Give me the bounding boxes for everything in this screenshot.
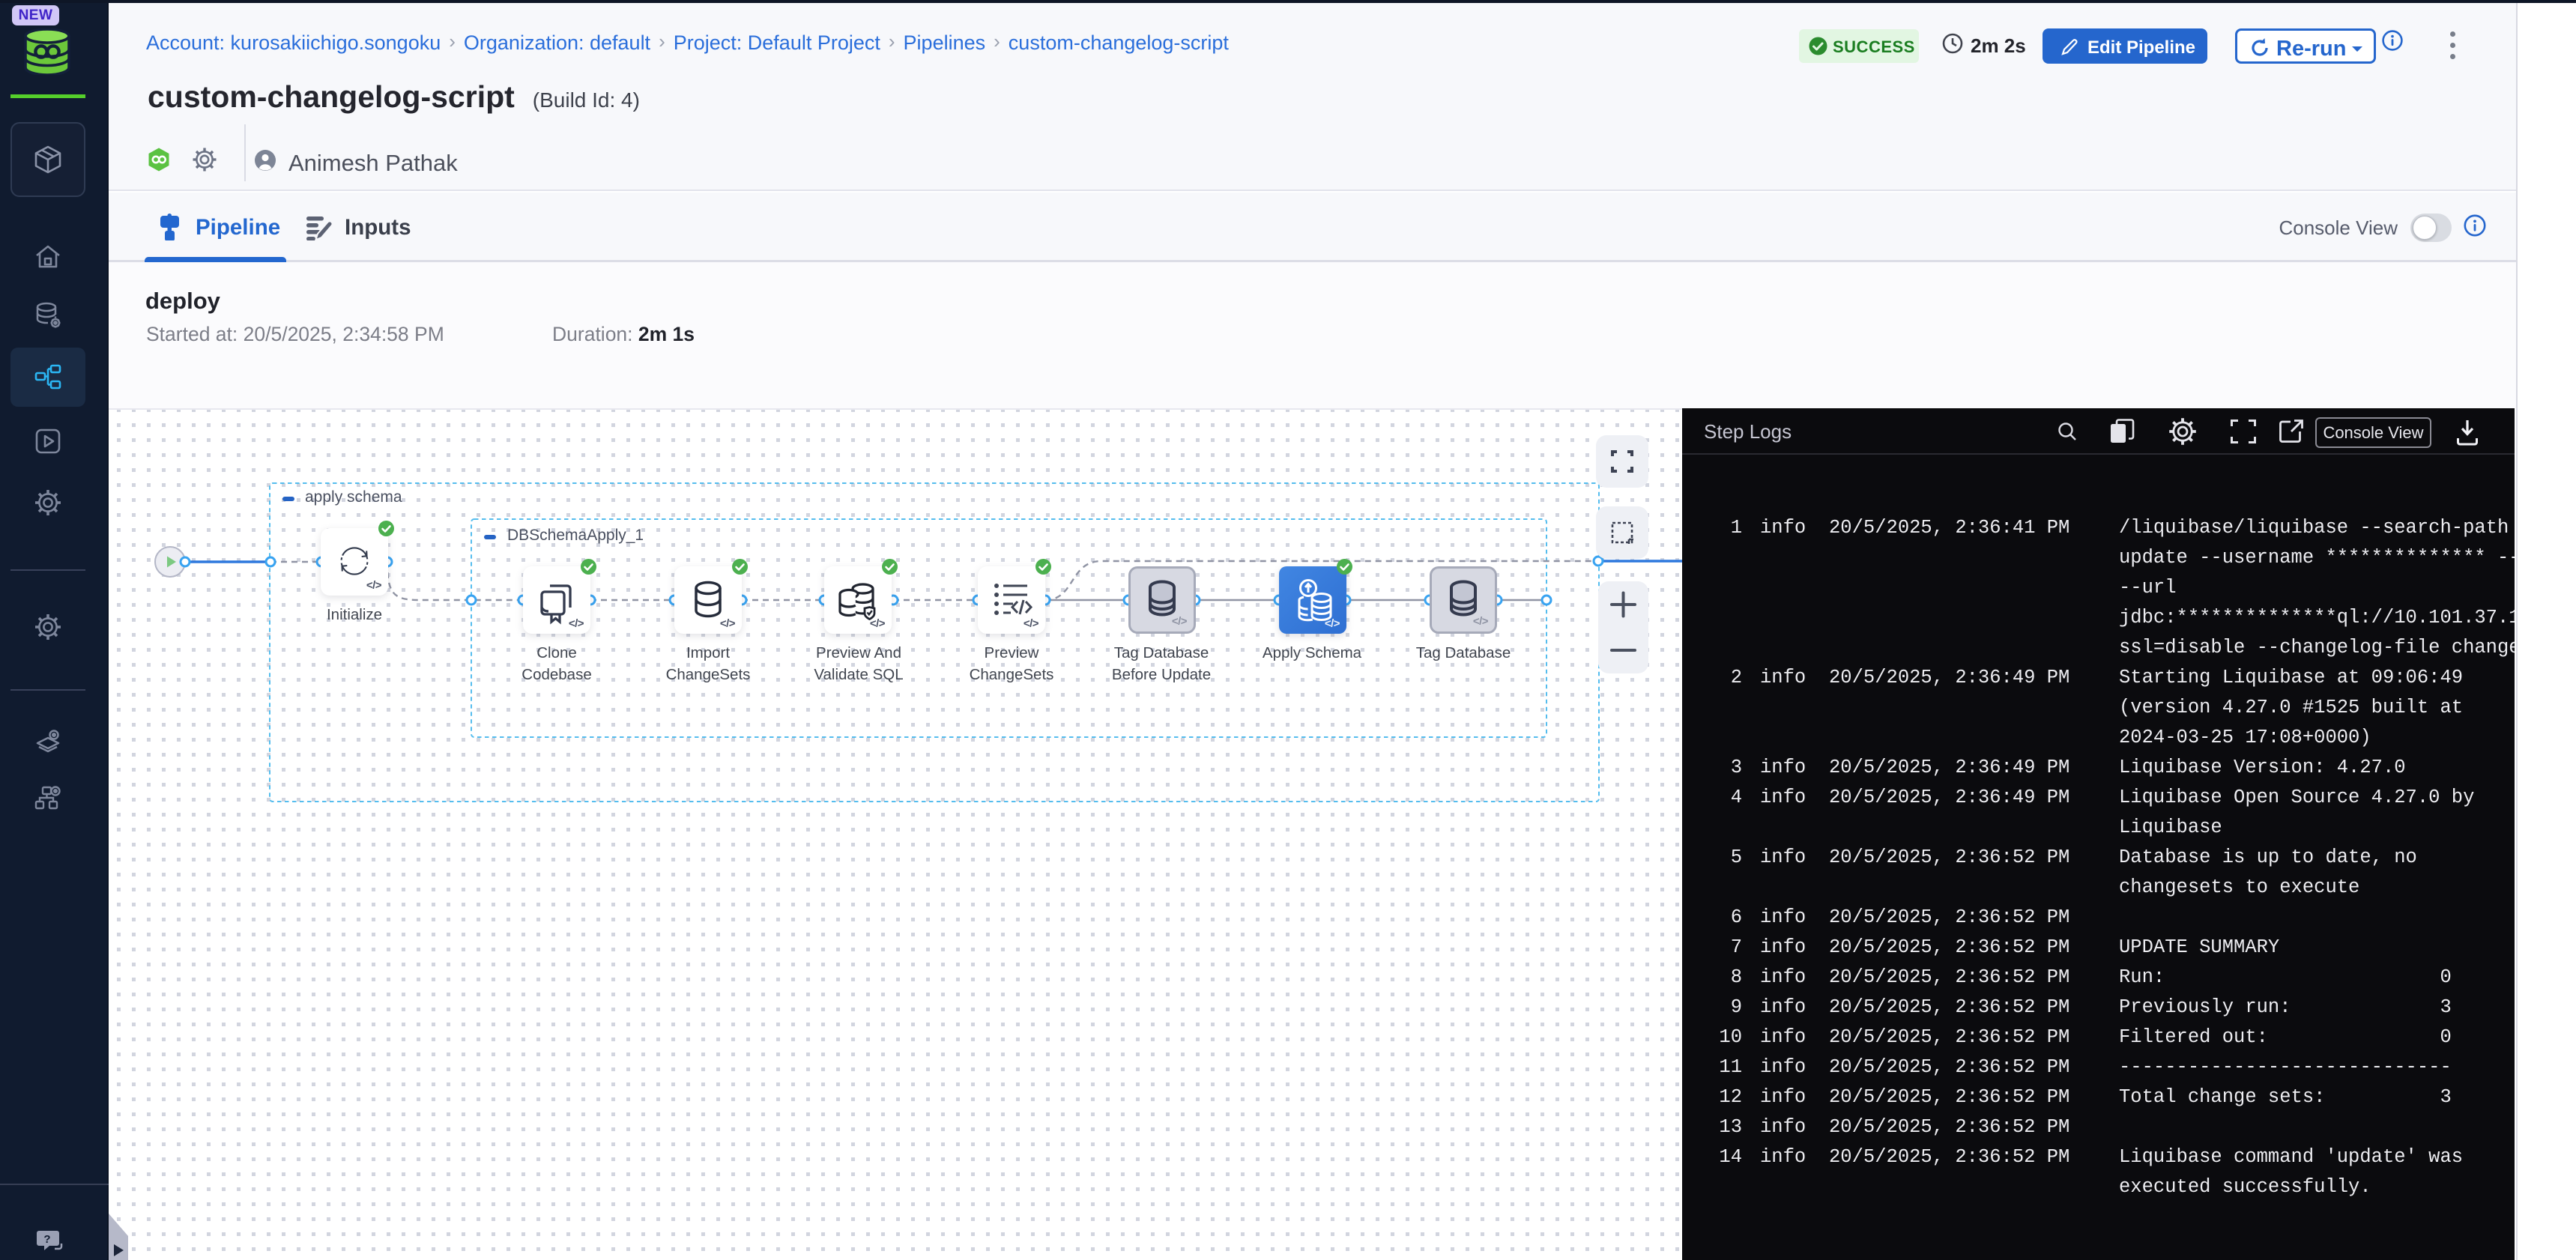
svg-text:?: ? <box>43 1233 50 1246</box>
